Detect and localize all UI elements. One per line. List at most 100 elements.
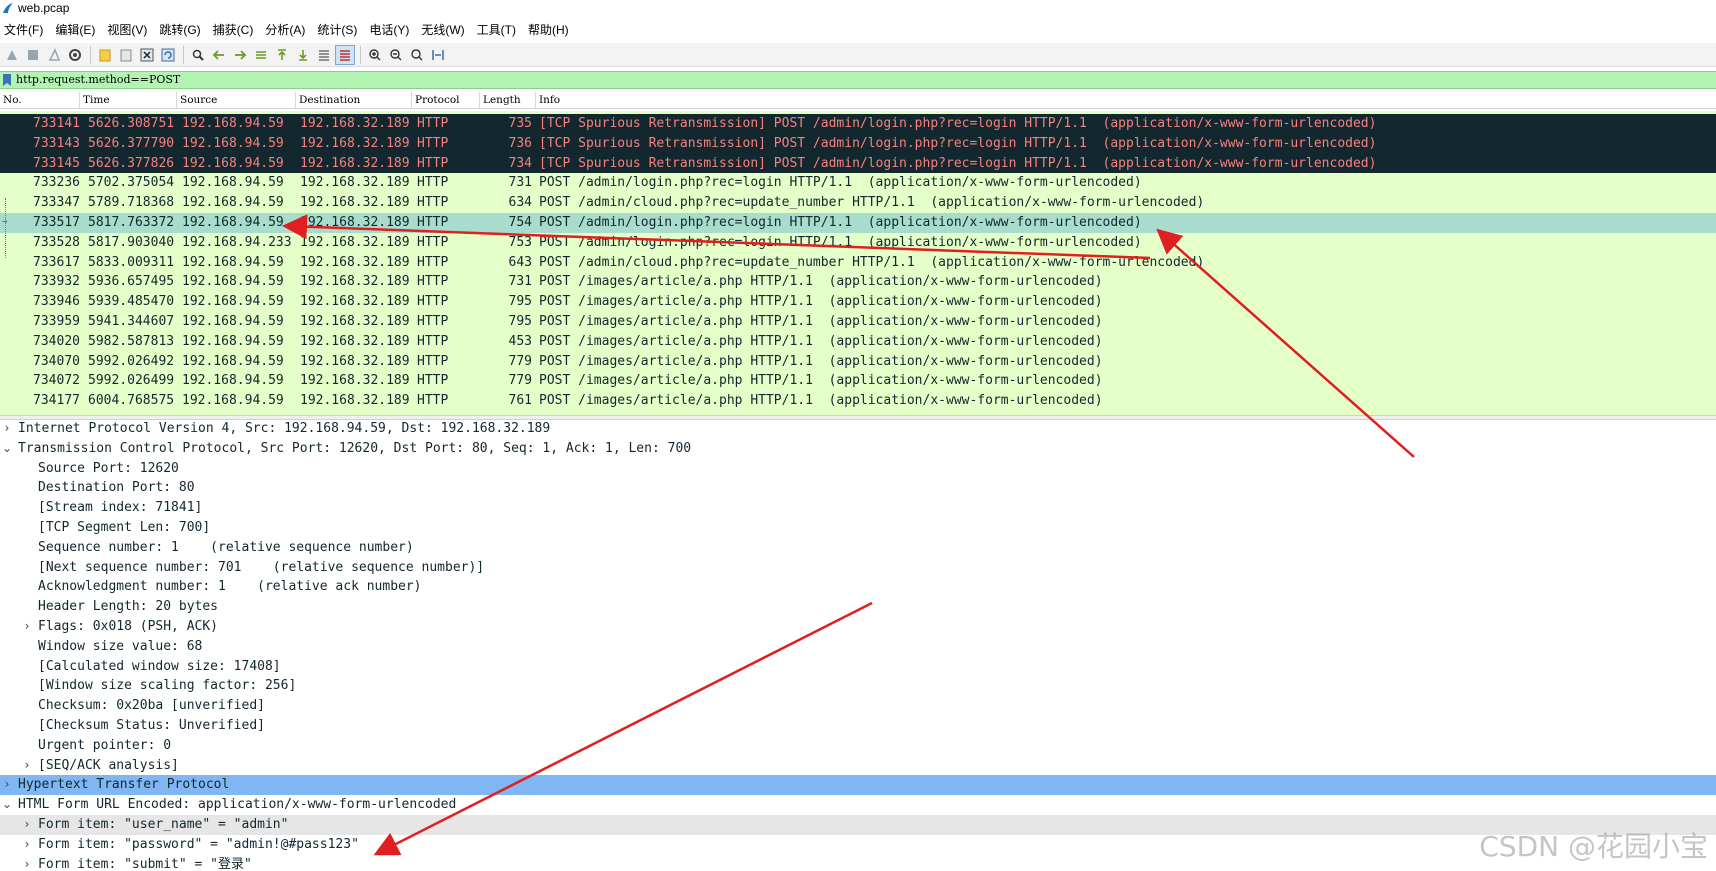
packet-row[interactable]: 734070 5992.026492 192.168.94.59 192.168.32…: [0, 351, 1716, 372]
menu-go[interactable]: 跳转(G): [155, 17, 208, 43]
detail-row[interactable]: Window size value: 68: [0, 637, 1716, 657]
reload-file-icon[interactable]: [158, 45, 178, 65]
resize-columns-icon[interactable]: [428, 45, 448, 65]
packet-protocol: HTTP: [417, 314, 449, 329]
detail-row[interactable]: [Window size scaling factor: 256]: [0, 676, 1716, 696]
menu-help[interactable]: 帮助(H): [524, 17, 577, 43]
collapse-chevron-icon[interactable]: ⌄: [1, 439, 13, 459]
save-file-icon[interactable]: [116, 45, 136, 65]
detail-row[interactable]: ⌄ HTML Form URL Encoded: application/x-ww…: [0, 795, 1716, 815]
detail-row[interactable]: [Next sequence number: 701 (relative seq…: [0, 558, 1716, 578]
menu-file[interactable]: 文件(F): [0, 17, 51, 43]
menu-view[interactable]: 视图(V): [103, 17, 155, 43]
packet-row[interactable]: 733617 5833.009311 192.168.94.59 192.168.32…: [0, 252, 1716, 273]
packet-row[interactable]: 733143 5626.377790 192.168.94.59 192.168.32…: [0, 133, 1716, 154]
column-protocol[interactable]: Protocol: [412, 92, 480, 109]
detail-row[interactable]: ⌄ Transmission Control Protocol, Src Port…: [0, 439, 1716, 459]
expand-chevron-icon[interactable]: ›: [21, 617, 33, 637]
detail-row[interactable]: Urgent pointer: 0: [0, 736, 1716, 756]
toolbar-separator: [360, 45, 361, 64]
display-filter-input[interactable]: http.request.method==POST: [16, 72, 180, 88]
detail-text: [SEQ/ACK analysis]: [38, 757, 179, 773]
menu-tools[interactable]: 工具(T): [473, 17, 524, 43]
column-length[interactable]: Length: [480, 92, 536, 109]
detail-text: Internet Protocol Version 4, Src: 192.16…: [18, 421, 551, 436]
packet-row[interactable]: 733236 5702.375054 192.168.94.59 192.168.32…: [0, 173, 1716, 194]
expand-chevron-icon[interactable]: ›: [21, 855, 33, 871]
close-file-icon[interactable]: [137, 45, 157, 65]
packet-row[interactable]: 733959 5941.344607 192.168.94.59 192.168.32…: [0, 312, 1716, 332]
packet-protocol: HTTP: [417, 135, 449, 151]
packet-row[interactable]: 733141 5626.308751 192.168.94.59 192.168.32…: [0, 114, 1716, 134]
packet-row[interactable]: 733145 5626.377826 192.168.94.59 192.168.32…: [0, 153, 1716, 174]
detail-row[interactable]: [Stream index: 71841]: [0, 498, 1716, 518]
autoscroll-icon[interactable]: [314, 45, 334, 65]
zoom-in-icon[interactable]: [365, 45, 385, 65]
detail-row[interactable]: [Checksum Status: Unverified]: [0, 716, 1716, 736]
find-packet-icon[interactable]: [188, 45, 208, 65]
detail-row[interactable]: › Flags: 0x018 (PSH, ACK): [0, 617, 1716, 637]
detail-row[interactable]: Sequence number: 1 (relative sequence nu…: [0, 538, 1716, 558]
packet-row[interactable]: 733932 5936.657495 192.168.94.59 192.168.32…: [0, 272, 1716, 293]
menu-analyze[interactable]: 分析(A): [261, 17, 313, 43]
menu-wireless[interactable]: 无线(W): [417, 17, 472, 43]
expand-chevron-icon[interactable]: ›: [1, 775, 13, 795]
zoom-normal-icon[interactable]: [407, 45, 427, 65]
display-filter-bar[interactable]: http.request.method==POST: [0, 71, 1716, 89]
menu-capture[interactable]: 捕获(C): [209, 17, 262, 43]
expand-chevron-icon[interactable]: ›: [21, 756, 33, 776]
detail-row[interactable]: Checksum: 0x20ba [unverified]: [0, 696, 1716, 716]
collapse-chevron-icon[interactable]: ⌄: [1, 795, 13, 815]
detail-row[interactable]: Acknowledgment number: 1 (relative ack n…: [0, 577, 1716, 597]
packet-time: 5789.718368: [88, 195, 175, 211]
packet-info: [TCP Spurious Retransmission] POST /admi…: [539, 116, 1377, 131]
go-to-packet-icon[interactable]: [251, 45, 271, 65]
capture-options-icon[interactable]: [65, 45, 85, 65]
expand-chevron-icon[interactable]: ›: [1, 421, 13, 439]
detail-row[interactable]: [Calculated window size: 17408]: [0, 657, 1716, 677]
menu-telephony[interactable]: 电话(Y): [365, 17, 417, 43]
detail-text: Destination Port: 80: [38, 480, 195, 496]
first-packet-icon[interactable]: [272, 45, 292, 65]
detail-row[interactable]: › Form item: "submit" = "登录": [0, 855, 1716, 871]
go-back-icon[interactable]: [209, 45, 229, 65]
column-info[interactable]: Info: [536, 92, 1716, 109]
packet-row[interactable]: 733517 5817.763372 192.168.94.59 192.168.32…: [0, 213, 1716, 233]
pane-splitter[interactable]: [0, 415, 1716, 420]
packet-row[interactable]: 733528 5817.903040 192.168.94.233 192.168.3…: [0, 232, 1716, 253]
detail-row[interactable]: Destination Port: 80: [0, 478, 1716, 498]
detail-row[interactable]: › Hypertext Transfer Protocol: [0, 775, 1716, 796]
column-no[interactable]: No.: [0, 92, 80, 109]
go-forward-icon[interactable]: [230, 45, 250, 65]
restart-capture-icon[interactable]: [44, 45, 64, 65]
packet-row[interactable]: 734177 6004.768575 192.168.94.59 192.168.32…: [0, 391, 1716, 411]
menu-statistics[interactable]: 统计(S): [313, 17, 365, 43]
menu-edit[interactable]: 编辑(E): [51, 17, 103, 43]
detail-row[interactable]: [TCP Segment Len: 700]: [0, 518, 1716, 538]
start-capture-icon[interactable]: [2, 45, 22, 65]
detail-row[interactable]: › Internet Protocol Version 4, Src: 192.1…: [0, 421, 1716, 439]
zoom-out-icon[interactable]: [386, 45, 406, 65]
expand-chevron-icon[interactable]: ›: [21, 815, 33, 835]
packet-row[interactable]: 733347 5789.718368 192.168.94.59 192.168.32…: [0, 193, 1716, 213]
detail-row[interactable]: › Form item: "user_name" = "admin": [0, 815, 1716, 835]
expand-chevron-icon[interactable]: ›: [21, 835, 33, 855]
filter-bookmark-icon[interactable]: [2, 73, 12, 87]
detail-row[interactable]: › [SEQ/ACK analysis]: [0, 756, 1716, 776]
packet-source: 192.168.94.59: [182, 175, 284, 191]
packet-destination: 192.168.32.189: [300, 373, 410, 389]
stop-capture-icon[interactable]: [23, 45, 43, 65]
packet-row[interactable]: 734020 5982.587813 192.168.94.59 192.168.32…: [0, 331, 1716, 352]
packet-no: 733932: [33, 274, 80, 290]
detail-row[interactable]: Header Length: 20 bytes: [0, 597, 1716, 617]
detail-row[interactable]: › Form item: "password" = "admin!@#pass12…: [0, 835, 1716, 855]
packet-row[interactable]: 733946 5939.485470 192.168.94.59 192.168.32…: [0, 292, 1716, 312]
open-file-icon[interactable]: [95, 45, 115, 65]
detail-row[interactable]: Source Port: 12620: [0, 459, 1716, 479]
column-source[interactable]: Source: [177, 92, 296, 109]
last-packet-icon[interactable]: [293, 45, 313, 65]
column-time[interactable]: Time: [80, 92, 177, 109]
packet-row[interactable]: 734072 5992.026499 192.168.94.59 192.168.32…: [0, 371, 1716, 392]
colorize-icon[interactable]: [335, 44, 355, 65]
column-destination[interactable]: Destination: [296, 92, 412, 109]
